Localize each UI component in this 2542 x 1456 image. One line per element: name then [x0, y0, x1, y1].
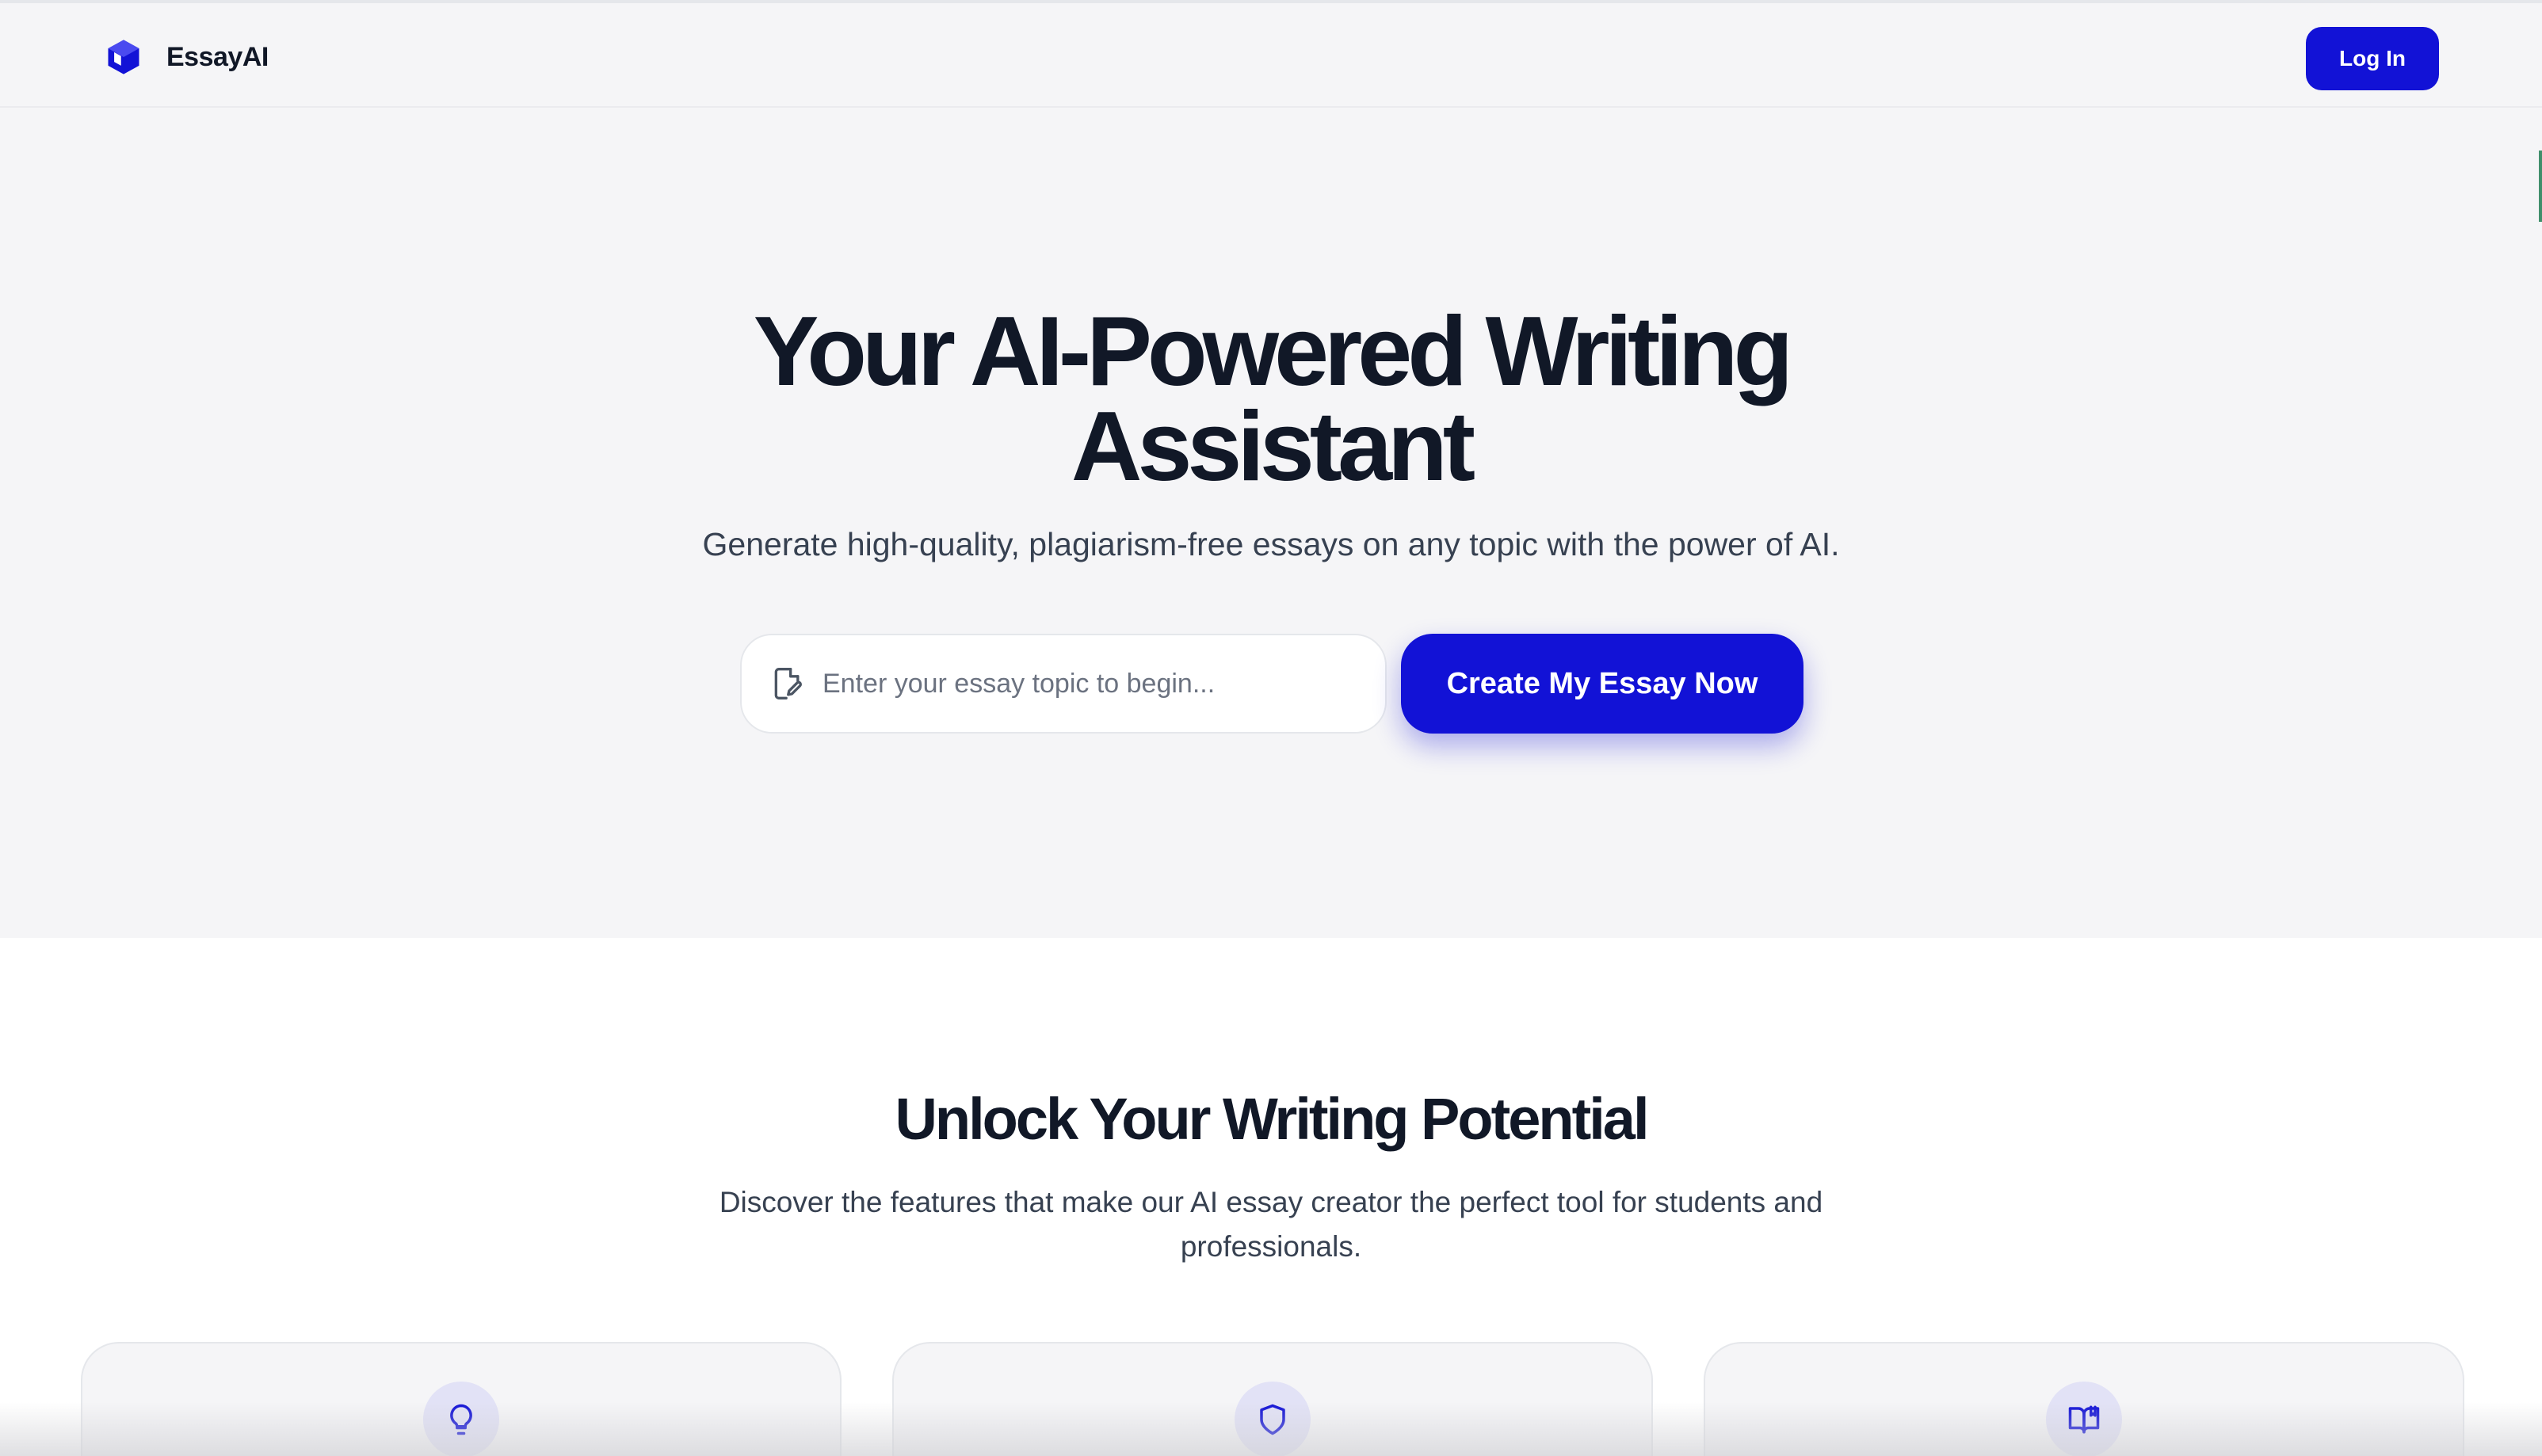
- lightbulb-icon: [450, 1404, 472, 1435]
- feature-icon-badge: [2046, 1382, 2122, 1456]
- hero-title-line2: Assistant: [1071, 392, 1475, 501]
- document-edit-icon: [774, 668, 802, 699]
- create-essay-button[interactable]: Create My Essay Now: [1401, 634, 1803, 734]
- login-button[interactable]: Log In: [2306, 27, 2439, 90]
- shield-icon: [1260, 1404, 1285, 1435]
- top-navbar: EssayAI Log In: [0, 0, 2542, 108]
- features-title: Unlock Your Writing Potential: [895, 1086, 1649, 1152]
- scrollbar-edge: [2539, 151, 2542, 222]
- hero-section: Your AI-Powered Writing Assistant Genera…: [0, 108, 2542, 938]
- feature-card: [1704, 1342, 2464, 1456]
- feature-icon-badge: [423, 1382, 499, 1456]
- feature-card: [892, 1342, 1653, 1456]
- topic-input-container[interactable]: [740, 634, 1387, 734]
- essay-topic-input[interactable]: [823, 668, 1330, 699]
- features-subtitle: Discover the features that make our AI e…: [719, 1186, 1823, 1263]
- feature-card: [81, 1342, 842, 1456]
- cube-icon: [108, 40, 139, 74]
- brand[interactable]: EssayAI: [103, 35, 269, 79]
- hero-title: Your AI-Powered Writing Assistant: [0, 303, 2542, 496]
- hero-title-line1: Your AI-Powered Writing: [753, 297, 1793, 406]
- brand-name: EssayAI: [166, 41, 269, 72]
- book-open-icon: [2068, 1405, 2100, 1434]
- hero-subtitle: Generate high-quality, plagiarism-free e…: [702, 526, 1840, 562]
- feature-icon-badge: [1235, 1382, 1311, 1456]
